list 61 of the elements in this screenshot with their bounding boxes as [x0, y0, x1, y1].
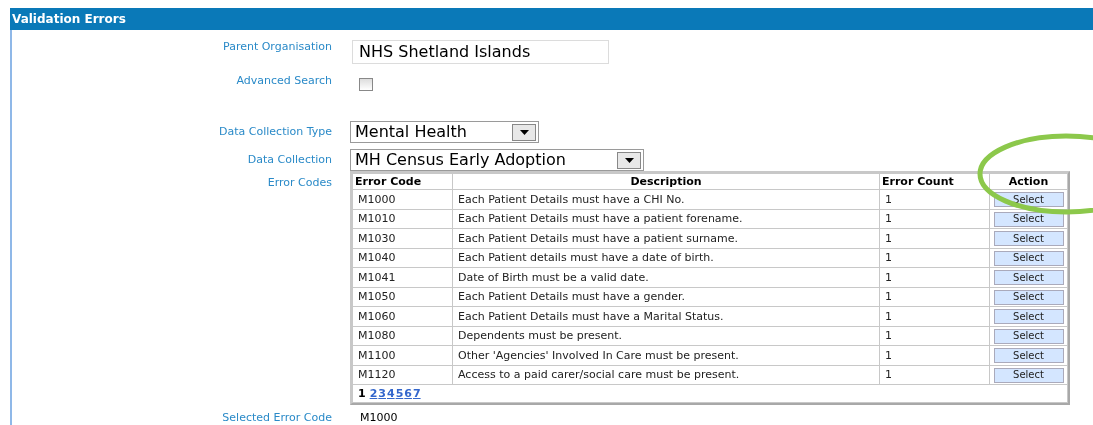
- table-cell: Date of Birth must be a valid date.: [452, 267, 880, 287]
- table-cell: M1080: [352, 326, 453, 346]
- table-cell: Each Patient details must have a date of birth.: [452, 248, 880, 268]
- select-button[interactable]: Select: [993, 231, 1064, 247]
- table-cell: M1030: [352, 228, 453, 248]
- page-link[interactable]: 5: [395, 385, 404, 402]
- table-cell: M1041: [352, 267, 453, 287]
- column-header: Error Code: [352, 173, 453, 190]
- page-link[interactable]: 3: [378, 385, 386, 402]
- column-header: Description: [452, 173, 880, 190]
- table-cell: Each Patient Details must have a Marital Status.: [452, 306, 880, 326]
- table-cell: Each Patient Details must have a patient surname.: [452, 228, 880, 248]
- table-cell: 1: [879, 267, 990, 287]
- table-cell: M1060: [352, 306, 453, 326]
- page-link[interactable]: 6: [404, 385, 412, 402]
- table-cell: M1120: [352, 365, 453, 385]
- table-cell: M1000: [352, 189, 453, 209]
- select-button[interactable]: Select: [993, 289, 1064, 305]
- column-header: Error Count: [879, 173, 990, 190]
- table-cell: M1100: [352, 345, 453, 365]
- table-cell: Each Patient Details must have a gender.: [452, 287, 880, 307]
- column-header: Action: [989, 173, 1068, 190]
- field-label: Parent Organisation: [223, 40, 332, 53]
- field-label: Data Collection Type: [219, 125, 332, 138]
- table-cell: 1: [879, 228, 990, 248]
- select-button[interactable]: Select: [993, 328, 1064, 344]
- table-cell: 1: [879, 365, 990, 385]
- table-cell: 1: [879, 345, 990, 365]
- table-cell: 1: [879, 306, 990, 326]
- dropdown[interactable]: MH Census Early Adoption: [350, 149, 644, 171]
- page-link[interactable]: 7: [412, 385, 421, 402]
- table-cell: 1: [879, 287, 990, 307]
- page-link[interactable]: 4: [386, 385, 395, 402]
- table-cell: M1010: [352, 209, 453, 229]
- table-cell: Each Patient Details must have a patient forename.: [452, 209, 880, 229]
- table-cell: Dependents must be present.: [452, 326, 880, 346]
- text-field[interactable]: NHS Shetland Islands: [352, 40, 609, 64]
- checkbox[interactable]: [359, 78, 373, 91]
- table-cell: M1040: [352, 248, 453, 268]
- page-link[interactable]: 2: [369, 385, 378, 402]
- table-cell: M1050: [352, 287, 453, 307]
- field-label: Error Codes: [267, 176, 332, 189]
- field-label: Data Collection: [247, 153, 332, 166]
- select-button[interactable]: Select: [993, 211, 1064, 227]
- select-button[interactable]: Select: [993, 270, 1064, 286]
- table-cell: 1: [879, 248, 990, 268]
- table-cell: Access to a paid carer/social care must be present.: [452, 365, 880, 385]
- table-cell: 1: [879, 326, 990, 346]
- selected-error-code-value: M1000: [360, 411, 398, 425]
- field-label: Selected Error Code: [222, 411, 332, 424]
- header-title: Validation Errors: [12, 11, 126, 28]
- table-cell: 1: [879, 209, 990, 229]
- select-button[interactable]: Select: [993, 309, 1064, 325]
- page-link[interactable]: 1: [358, 385, 366, 402]
- select-button[interactable]: Select: [993, 250, 1064, 266]
- table-cell: Each Patient Details must have a CHI No.: [452, 189, 880, 209]
- select-button[interactable]: Select: [993, 367, 1064, 383]
- field-label: Advanced Search: [236, 74, 332, 87]
- select-button[interactable]: Select: [993, 348, 1064, 364]
- dropdown[interactable]: Mental Health: [350, 121, 539, 143]
- table-cell: Other 'Agencies' Involved In Care must be present.: [452, 345, 880, 365]
